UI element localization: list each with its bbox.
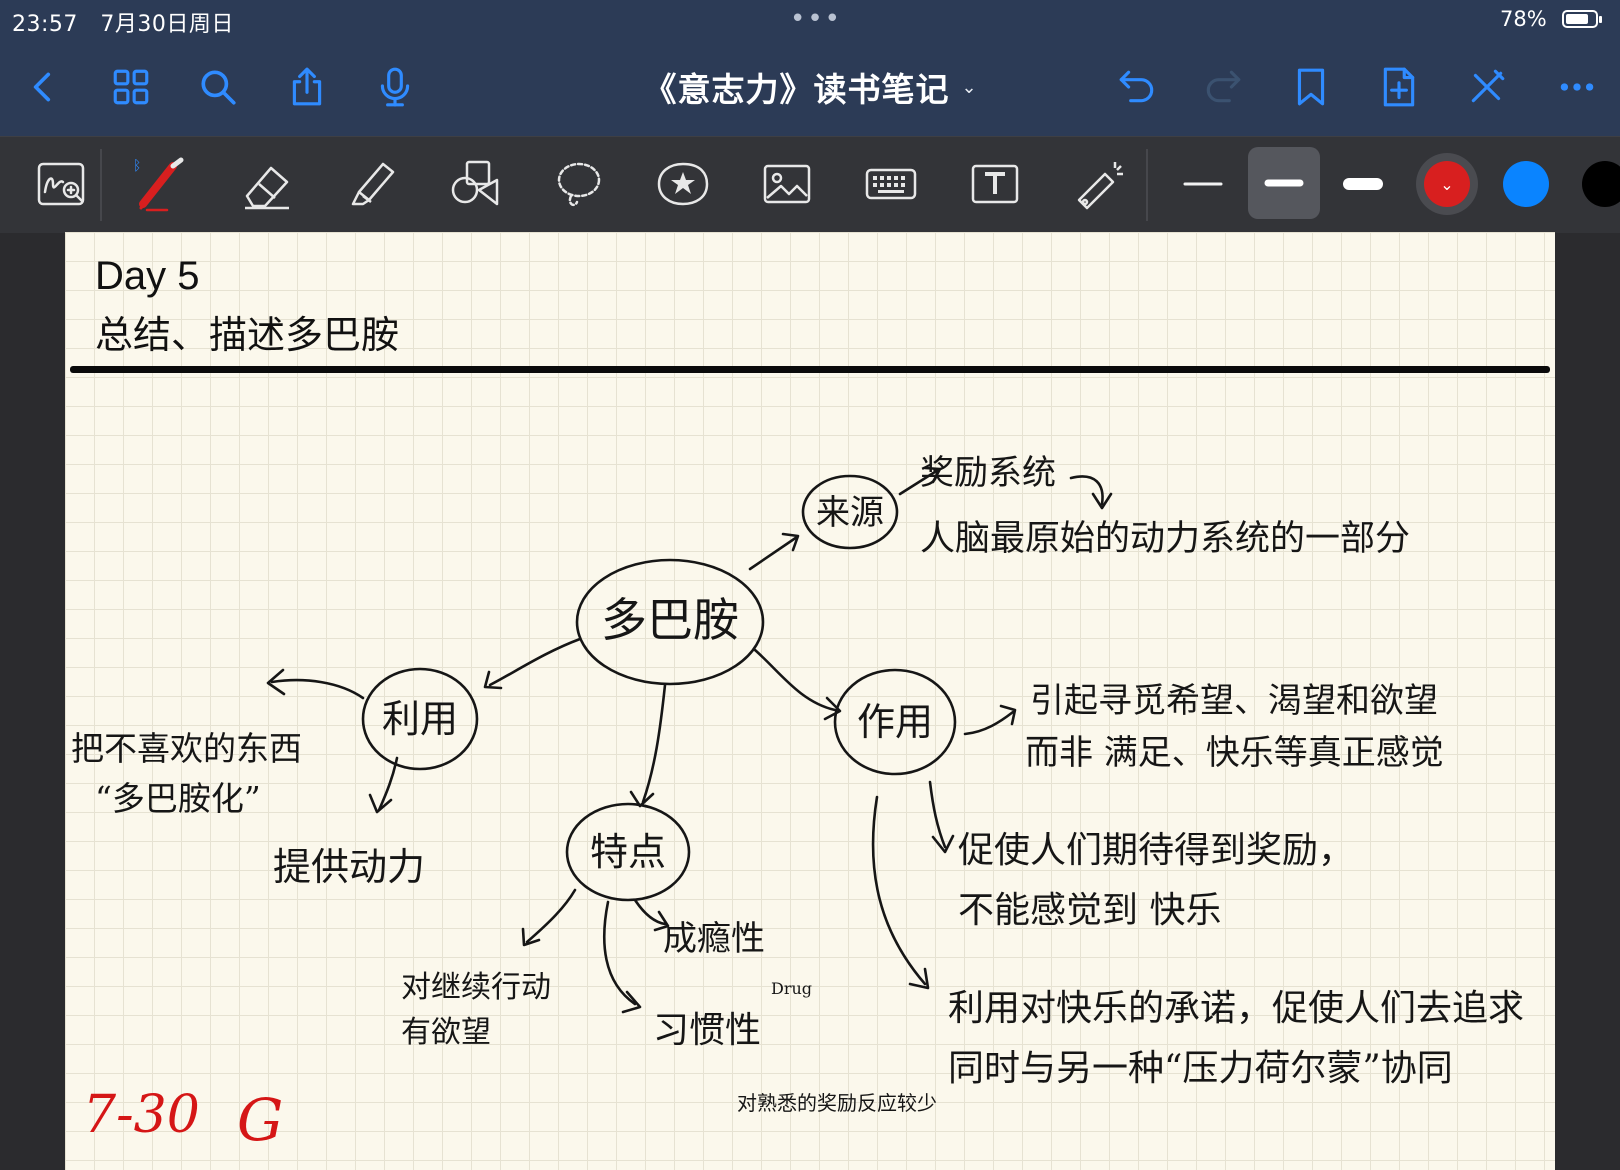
eraser-icon[interactable] bbox=[234, 151, 300, 217]
feature-text-4: Drug bbox=[771, 979, 812, 998]
stroke-thin-option[interactable] bbox=[1170, 151, 1236, 217]
use-text-1: 把不喜欢的东西 bbox=[71, 729, 302, 768]
feature-node-text: 特点 bbox=[590, 830, 666, 874]
date-mark: 7-30 bbox=[83, 1085, 200, 1145]
effect-text-4: 不能感觉到 快乐 bbox=[958, 890, 1221, 931]
use-node-text: 利用 bbox=[382, 697, 458, 741]
feature-text-1: 对继续行动 bbox=[401, 970, 551, 1005]
document-title: 《意志力》读书笔记 bbox=[643, 70, 950, 109]
document-title-button[interactable]: 《意志力》读书笔记 ⌄ bbox=[640, 64, 980, 110]
effect-text-3: 促使人们期待得到奖励， bbox=[958, 830, 1354, 871]
status-time-date: 23:57 7月30日周日 bbox=[12, 12, 234, 37]
undo-icon[interactable] bbox=[1112, 62, 1162, 112]
bookmark-icon[interactable] bbox=[1286, 62, 1336, 112]
note-page-canvas[interactable]: Day 5 总结、描述多巴胺 多巴胺 来源 利用 作用 特点 奖励系统 人脑最原… bbox=[65, 232, 1555, 1170]
navigation-bar: 《意志力》读书笔记 ⌄ bbox=[0, 40, 1620, 136]
mind-map-drawing: 多巴胺 来源 利用 作用 特点 奖励系统 人脑最原始的动力系统的一部分 把不喜欢… bbox=[71, 453, 1524, 1154]
signature-mark: G bbox=[237, 1086, 283, 1154]
share-icon[interactable] bbox=[282, 62, 332, 112]
color-swatch-red-selected[interactable]: ⌄ bbox=[1416, 153, 1478, 215]
microphone-icon[interactable] bbox=[370, 62, 420, 112]
more-options-icon[interactable] bbox=[1552, 62, 1602, 112]
image-icon[interactable] bbox=[754, 151, 820, 217]
pen-icon[interactable]: ᛒ bbox=[128, 151, 194, 217]
use-text-2: “多巴胺化” bbox=[95, 779, 261, 818]
feature-text-5: 习惯性 bbox=[653, 1010, 761, 1051]
color-swatch-blue[interactable] bbox=[1503, 161, 1549, 207]
effect-text-5: 利用对快乐的承诺，促使人们去追求 bbox=[948, 988, 1524, 1029]
feature-text-2: 有欲望 bbox=[401, 1015, 491, 1050]
lasso-icon[interactable] bbox=[546, 151, 612, 217]
center-node-text: 多巴胺 bbox=[601, 593, 739, 647]
battery-icon bbox=[1562, 10, 1602, 28]
color-swatch-black[interactable] bbox=[1582, 161, 1620, 207]
grid-view-icon[interactable] bbox=[106, 62, 156, 112]
handwriting-search-icon[interactable] bbox=[28, 151, 94, 217]
stroke-thick-option[interactable] bbox=[1330, 151, 1396, 217]
source-text-reward-system: 奖励系统 bbox=[920, 453, 1056, 493]
effect-text-6: 同时与另一种“压力荷尔蒙”协同 bbox=[948, 1048, 1453, 1089]
keyboard-icon[interactable] bbox=[858, 151, 924, 217]
source-node-text: 来源 bbox=[816, 493, 884, 533]
search-icon[interactable] bbox=[193, 62, 243, 112]
stroke-medium-option[interactable] bbox=[1248, 147, 1320, 219]
chevron-down-icon: ⌄ bbox=[1424, 161, 1470, 207]
effect-text-1: 引起寻觅希望、渴望和欲望 bbox=[1030, 681, 1438, 721]
source-text-description: 人脑最原始的动力系统的一部分 bbox=[920, 519, 1410, 559]
back-icon[interactable] bbox=[18, 62, 68, 112]
effect-text-2: 而非 满足、快乐等真正感觉 bbox=[1025, 733, 1444, 773]
chevron-down-icon: ⌄ bbox=[961, 76, 977, 98]
multitasking-dots-icon[interactable]: ••• bbox=[790, 4, 842, 34]
add-page-icon[interactable] bbox=[1374, 62, 1424, 112]
shapes-icon[interactable] bbox=[442, 151, 508, 217]
textbox-icon[interactable] bbox=[962, 151, 1028, 217]
drawing-toolbar: ᛒ ⌄ bbox=[0, 136, 1620, 233]
redo-icon[interactable] bbox=[1198, 62, 1248, 112]
close-toolbar-pen-icon[interactable] bbox=[1462, 62, 1512, 112]
battery-percentage: 78% bbox=[1500, 7, 1547, 31]
feature-text-3: 成瘾性 bbox=[663, 919, 765, 959]
effect-node-text: 作用 bbox=[857, 700, 933, 744]
use-text-3: 提供动力 bbox=[273, 845, 425, 889]
status-bar: 23:57 7月30日周日 ••• 78% bbox=[0, 0, 1620, 40]
highlighter-icon[interactable] bbox=[338, 151, 404, 217]
svg-text:ᛒ: ᛒ bbox=[133, 158, 141, 174]
sticker-icon[interactable] bbox=[650, 151, 716, 217]
feature-text-6: 对熟悉的奖励反应较少 bbox=[737, 1091, 937, 1115]
laser-pointer-icon[interactable] bbox=[1066, 151, 1132, 217]
